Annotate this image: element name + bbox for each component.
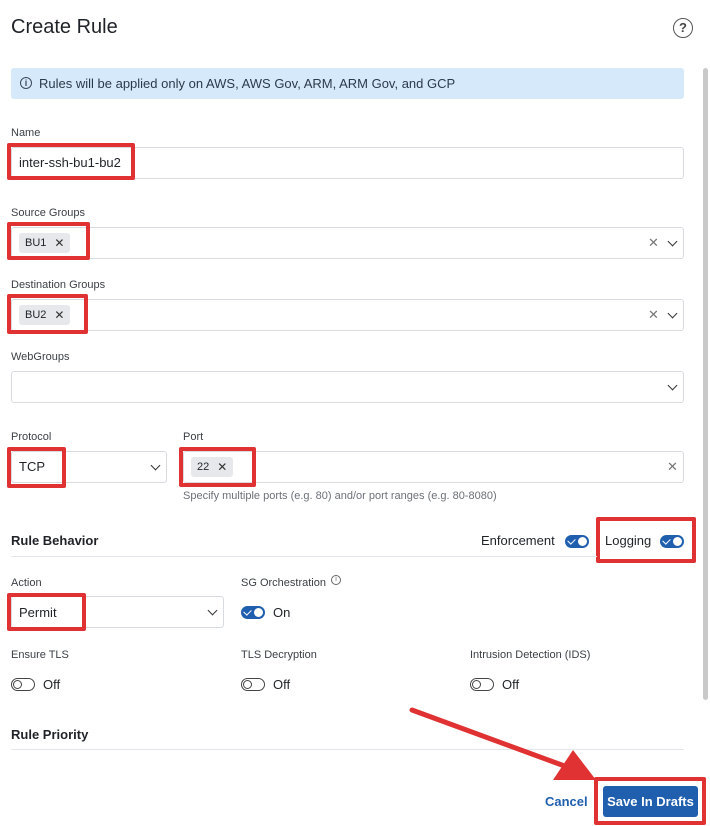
info-icon[interactable]: i (331, 575, 341, 585)
clear-icon[interactable]: ✕ (648, 235, 659, 251)
scrollbar[interactable] (703, 68, 708, 700)
rule-behavior-title: Rule Behavior (11, 533, 99, 548)
action-label: Action (11, 577, 42, 589)
ensure-tls-label: Ensure TLS (11, 649, 69, 661)
arrow-annotation-icon (409, 707, 596, 780)
highlight-box-save (594, 777, 706, 825)
destination-groups-select[interactable] (11, 299, 684, 331)
info-banner-text: Rules will be applied only on AWS, AWS G… (39, 76, 456, 91)
highlight-box-port (179, 447, 256, 487)
sg-orchestration-toggle[interactable] (241, 606, 265, 619)
source-groups-label: Source Groups (11, 207, 85, 219)
highlight-box-protocol (7, 447, 66, 488)
enforcement-toggle[interactable] (565, 535, 589, 548)
protocol-label: Protocol (11, 431, 52, 443)
ids-state: Off (502, 677, 520, 692)
ensure-tls-state: Off (43, 677, 61, 692)
info-banner: i Rules will be applied only on AWS, AWS… (11, 68, 684, 99)
ensure-tls-toggle[interactable] (11, 678, 35, 691)
source-groups-select[interactable] (11, 227, 684, 259)
clear-icon[interactable]: ✕ (648, 307, 659, 323)
ids-toggle[interactable] (470, 678, 494, 691)
rule-priority-title: Rule Priority (11, 727, 89, 742)
tls-decryption-state: Off (273, 677, 291, 692)
divider (11, 556, 597, 557)
destination-groups-label: Destination Groups (11, 279, 106, 291)
port-input[interactable] (183, 451, 684, 483)
port-hint: Specify multiple ports (e.g. 80) and/or … (183, 490, 497, 502)
highlight-box-destination (7, 294, 88, 334)
page-title: Create Rule (11, 16, 118, 38)
cancel-button[interactable]: Cancel (545, 794, 588, 809)
help-icon[interactable]: ? (673, 18, 693, 38)
ids-label: Intrusion Detection (IDS) (470, 649, 591, 661)
tls-decryption-label: TLS Decryption (241, 649, 317, 661)
highlight-box-name (7, 143, 135, 180)
sg-orchestration-state: On (273, 605, 291, 620)
highlight-box-logging (596, 517, 696, 563)
clear-icon[interactable]: ✕ (667, 459, 678, 475)
port-label: Port (183, 431, 204, 443)
info-icon: i (20, 77, 32, 89)
sg-orchestration-label: SG Orchestration (241, 577, 326, 589)
webgroups-label: WebGroups (11, 351, 70, 363)
name-label: Name (11, 127, 41, 139)
enforcement-label: Enforcement (481, 533, 555, 548)
tls-decryption-toggle[interactable] (241, 678, 265, 691)
highlight-box-action (7, 593, 86, 631)
highlight-box-source (7, 222, 90, 260)
webgroups-select[interactable] (11, 371, 684, 403)
